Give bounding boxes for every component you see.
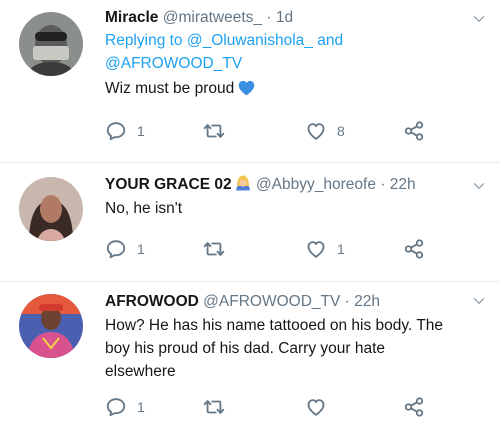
tweet-1[interactable]: Miracle @miratweets_ · 1d Replying to @_… [0, 0, 500, 158]
author-name[interactable]: AFROWOOD [105, 293, 199, 310]
reply-icon [105, 238, 127, 260]
avatar[interactable] [19, 294, 83, 358]
reply-count: 1 [137, 241, 145, 257]
retweet-icon [203, 396, 225, 418]
tweet-text-line: elsewhere [105, 363, 176, 380]
like-icon [305, 396, 327, 418]
retweet-icon [203, 120, 225, 142]
retweet-button[interactable] [203, 238, 235, 260]
author-name[interactable]: YOUR GRACE 02 [105, 176, 232, 193]
separator-dot: · [266, 9, 272, 26]
share-button[interactable] [403, 120, 425, 142]
caret-down-icon[interactable] [472, 179, 486, 193]
reply-count: 1 [137, 123, 145, 139]
replying-to-label: Replying to [105, 32, 183, 49]
caret-down-icon[interactable] [472, 12, 486, 26]
share-button[interactable] [403, 396, 425, 418]
share-icon [403, 120, 425, 142]
author-handle[interactable]: @miratweets_ [163, 9, 262, 26]
author-handle[interactable]: @AFROWOOD_TV [203, 293, 340, 310]
tweet-text: How? He has his name tattooed on his bod… [105, 314, 488, 383]
reply-count: 1 [137, 399, 145, 415]
separator-dot: · [380, 176, 386, 193]
like-button[interactable]: 8 [305, 120, 345, 142]
tweet-text: Wiz must be proud [105, 80, 235, 97]
author-handle[interactable]: @Abbyy_horeofe [256, 176, 376, 193]
reply-icon [105, 120, 127, 142]
separator-dot: · [344, 293, 350, 310]
share-icon [403, 238, 425, 260]
tweet-text: No, he isn't [105, 200, 183, 217]
reply-user-link[interactable]: @_Oluwanishola_ [187, 32, 313, 49]
like-icon [305, 120, 327, 142]
reply-icon [105, 396, 127, 418]
like-count: 1 [337, 241, 345, 257]
timestamp[interactable]: 22h [390, 176, 416, 193]
tweet-text-line: How? He has his name tattooed on his bod… [105, 317, 444, 334]
avatar[interactable] [19, 12, 83, 76]
blue-heart-icon [238, 80, 255, 103]
like-button[interactable]: 1 [305, 238, 345, 260]
reply-user-link[interactable]: @AFROWOOD_TV [105, 55, 242, 72]
tweet-text-row: Wiz must be proud [105, 77, 488, 103]
replying-to: Replying to @_Oluwanishola_ and @AFROWOO… [105, 29, 488, 75]
timestamp[interactable]: 22h [354, 293, 380, 310]
reply-button[interactable]: 1 [105, 238, 145, 260]
caret-down-icon[interactable] [472, 294, 486, 308]
like-count: 8 [337, 123, 345, 139]
tweet-2[interactable]: YOUR GRACE 02 @Abbyy_horeofe · 22h No, h… [0, 163, 500, 281]
like-icon [305, 238, 327, 260]
tweet-text-line: boy his proud of his dad. Carry your hat… [105, 340, 386, 357]
reply-and-label: and [317, 32, 344, 49]
author-name[interactable]: Miracle [105, 9, 158, 26]
avatar[interactable] [19, 177, 83, 241]
retweet-button[interactable] [203, 120, 235, 142]
share-button[interactable] [403, 238, 425, 260]
reply-button[interactable]: 1 [105, 396, 145, 418]
reply-button[interactable]: 1 [105, 120, 145, 142]
like-button[interactable] [305, 396, 337, 418]
person-emoji-icon [234, 174, 252, 192]
retweet-button[interactable] [203, 396, 235, 418]
tweet-3[interactable]: AFROWOOD @AFROWOOD_TV · 22h How? He has … [0, 282, 500, 424]
share-icon [403, 396, 425, 418]
timestamp[interactable]: 1d [276, 9, 293, 26]
retweet-icon [203, 238, 225, 260]
